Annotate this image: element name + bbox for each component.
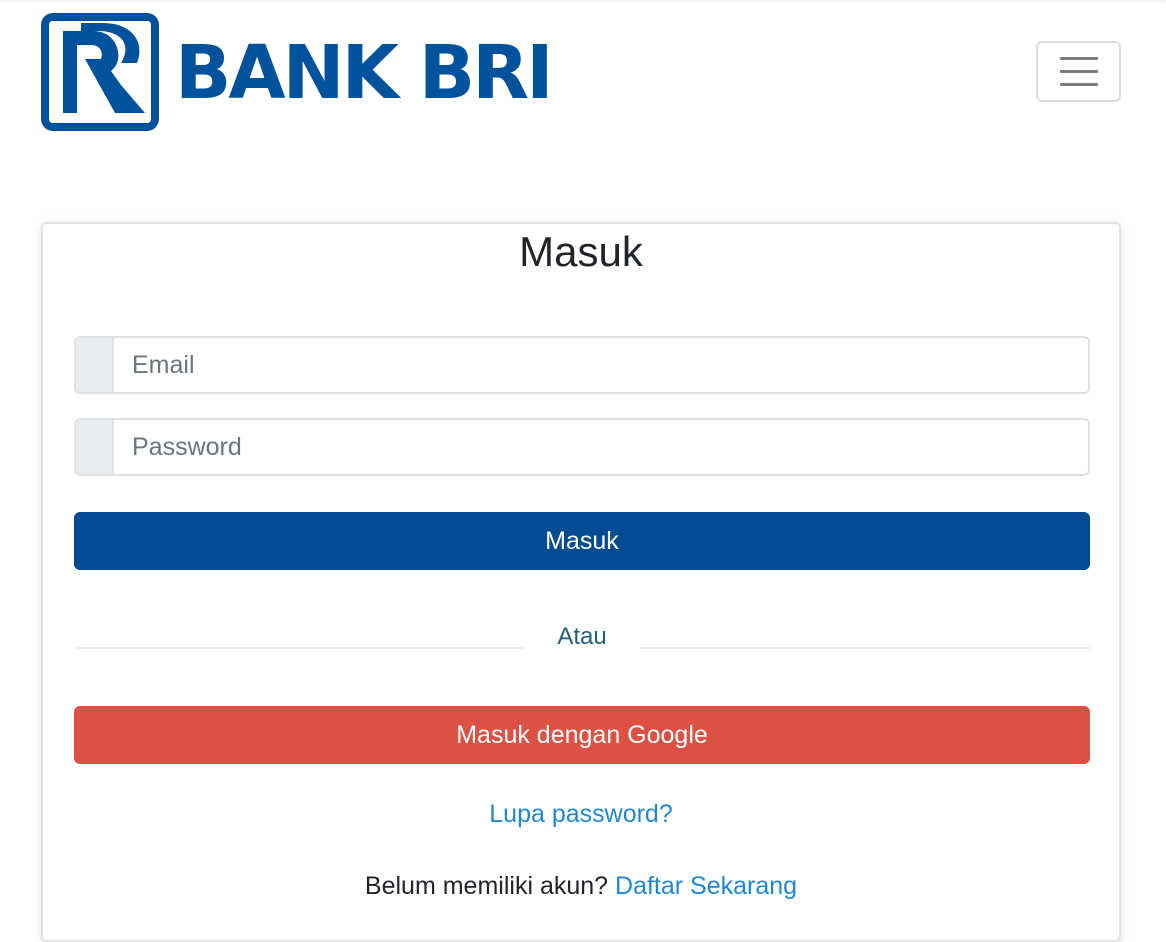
password-input-group (74, 418, 1090, 476)
brand-name: BANK BRI (175, 30, 554, 116)
signup-row: Belum memiliki akun? Daftar Sekarang (43, 872, 1119, 901)
email-addon (76, 338, 114, 392)
email-input[interactable] (114, 338, 1088, 392)
google-login-button[interactable]: Masuk dengan Google (74, 706, 1090, 764)
hamburger-menu-button[interactable] (1036, 41, 1121, 102)
forgot-password-link[interactable]: Lupa password? (489, 800, 672, 828)
hamburger-bar-icon (1059, 57, 1098, 60)
hamburger-bar-icon (1059, 83, 1098, 86)
password-input[interactable] (114, 420, 1088, 474)
signup-prompt: Belum memiliki akun? (364, 872, 609, 900)
email-input-group (74, 336, 1090, 394)
signup-link[interactable]: Daftar Sekarang (615, 872, 797, 900)
hamburger-bar-icon (1059, 70, 1098, 73)
password-addon (76, 420, 114, 474)
divider-line-right (640, 647, 1090, 649)
top-shadow (0, 0, 1166, 4)
forgot-password-row: Lupa password? (43, 800, 1119, 829)
or-divider: Atau (74, 619, 1090, 659)
login-button[interactable]: Masuk (74, 512, 1090, 570)
bri-logo-mark-icon (41, 13, 159, 131)
login-title: Masuk (519, 228, 643, 275)
login-card: Masuk Masuk Atau Masuk dengan Google Lup… (41, 222, 1121, 942)
bank-bri-logo[interactable]: BANK BRI (41, 13, 554, 131)
